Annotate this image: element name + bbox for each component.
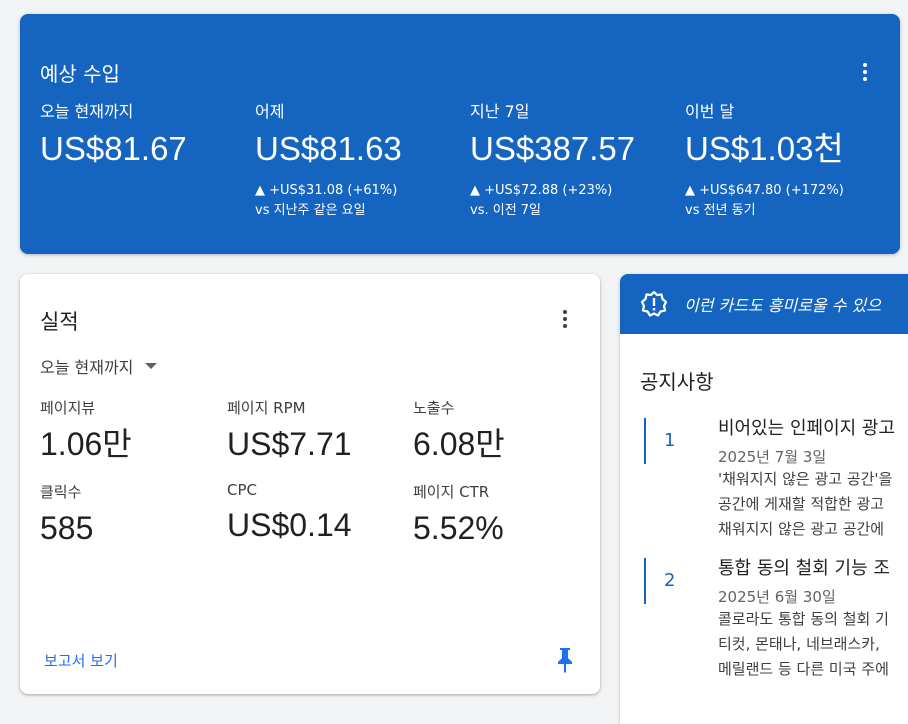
stat-pageviews: 페이지뷰 1.06만 [40,397,132,462]
earnings-title: 예상 수입 [40,62,120,86]
stat-impressions: 노출수 6.08만 [413,397,505,462]
stat-clicks: 클릭수 585 [40,481,93,546]
stat-label: 페이지 RPM [227,399,306,417]
stat-value: 6.08만 [413,426,505,462]
item-accent-bar [644,418,646,464]
view-report-link[interactable]: 보고서 보기 [44,650,118,671]
date-range-dropdown[interactable]: 오늘 현재까지 [40,354,158,378]
item-number: 2 [664,570,676,591]
metric-label: 오늘 현재까지 [40,102,134,121]
item-headline: 통합 동의 철회 기능 조 [718,558,890,579]
notice-title: 공지사항 [640,370,714,394]
stat-label: 노출수 [413,399,455,417]
item-text-line: 티컷, 몬태나, 네브래스카, [718,635,880,653]
caret-down-icon [145,363,158,369]
metric-comparison: vs 지난주 같은 요일 [255,203,366,218]
item-accent-bar [644,558,646,604]
metric-yesterday: 어제 US$81.63 ▲ +US$31.08 (+61%) vs 지난주 같은… [255,98,470,221]
stat-page-ctr: 페이지 CTR 5.52% [413,481,504,546]
stat-label: 페이지뷰 [40,399,96,417]
stat-value: 585 [40,510,94,546]
date-range-label: 오늘 현재까지 [40,358,134,377]
item-text-line: '채워지지 않은 광고 공간'을 [718,470,893,488]
metric-comparison: vs 전년 동기 [685,203,756,218]
performance-card: 실적 오늘 현재까지 페이지뷰 1.06만 페이지 RPM US$7.71 노출… [20,274,600,694]
metric-value: US$81.67 [40,130,187,167]
performance-title: 실적 [40,310,79,334]
suggestion-banner[interactable]: 이런 카드도 흥미로울 수 있으 [620,274,908,334]
pin-icon[interactable] [553,646,577,674]
stat-cpc: CPC US$0.14 [227,481,352,543]
metric-value: US$81.63 [255,130,402,167]
banner-text: 이런 카드도 흥미로울 수 있으 [684,296,881,315]
metric-label: 지난 7일 [470,102,530,121]
item-text-line: 콜로라도 통합 동의 철회 기 [718,610,889,628]
estimated-earnings-card: 예상 수입 오늘 현재까지 US$81.67 어제 US$81.63 ▲ +US… [20,14,900,254]
more-vert-icon[interactable] [553,307,577,331]
stat-value: US$0.14 [227,507,352,543]
item-headline: 비어있는 인페이지 광고 [718,418,896,439]
stat-label: 페이지 CTR [413,483,490,501]
metric-delta: ▲ +US$72.88 (+23%) [470,183,613,198]
metric-label: 이번 달 [685,102,735,121]
metric-comparison: vs. 이전 7일 [470,203,542,218]
metric-label: 어제 [255,102,285,121]
metric-last-7-days: 지난 7일 US$387.57 ▲ +US$72.88 (+23%) vs. 이… [470,98,685,221]
more-vert-icon[interactable] [853,60,877,84]
metric-today: 오늘 현재까지 US$81.67 [40,98,255,169]
stat-value: US$7.71 [227,426,352,462]
item-text-line: 공간에 게재할 적합한 광고 [718,495,885,513]
badge-alert-icon [640,290,668,317]
stat-label: CPC [227,481,257,499]
metric-value: US$387.57 [470,130,636,167]
item-date: 2025년 6월 30일 [718,588,836,606]
stat-page-rpm: 페이지 RPM US$7.71 [227,397,352,462]
stat-label: 클릭수 [40,483,82,501]
notice-card: 이런 카드도 흥미로울 수 있으 공지사항 1 비어있는 인페이지 광고 202… [620,274,908,724]
metric-value: US$1.03천 [685,130,844,167]
item-text-line: 메릴랜드 등 다른 미국 주에 [718,660,889,678]
item-text-line: 채워지지 않은 광고 공간에 [718,520,885,538]
metric-this-month: 이번 달 US$1.03천 ▲ +US$647.80 (+172%) vs 전년… [685,98,900,221]
item-date: 2025년 7월 3일 [718,448,827,466]
metric-delta: ▲ +US$647.80 (+172%) [685,183,844,198]
stat-value: 5.52% [413,510,504,546]
item-number: 1 [664,430,676,451]
metric-delta: ▲ +US$31.08 (+61%) [255,183,398,198]
stat-value: 1.06만 [40,426,132,462]
